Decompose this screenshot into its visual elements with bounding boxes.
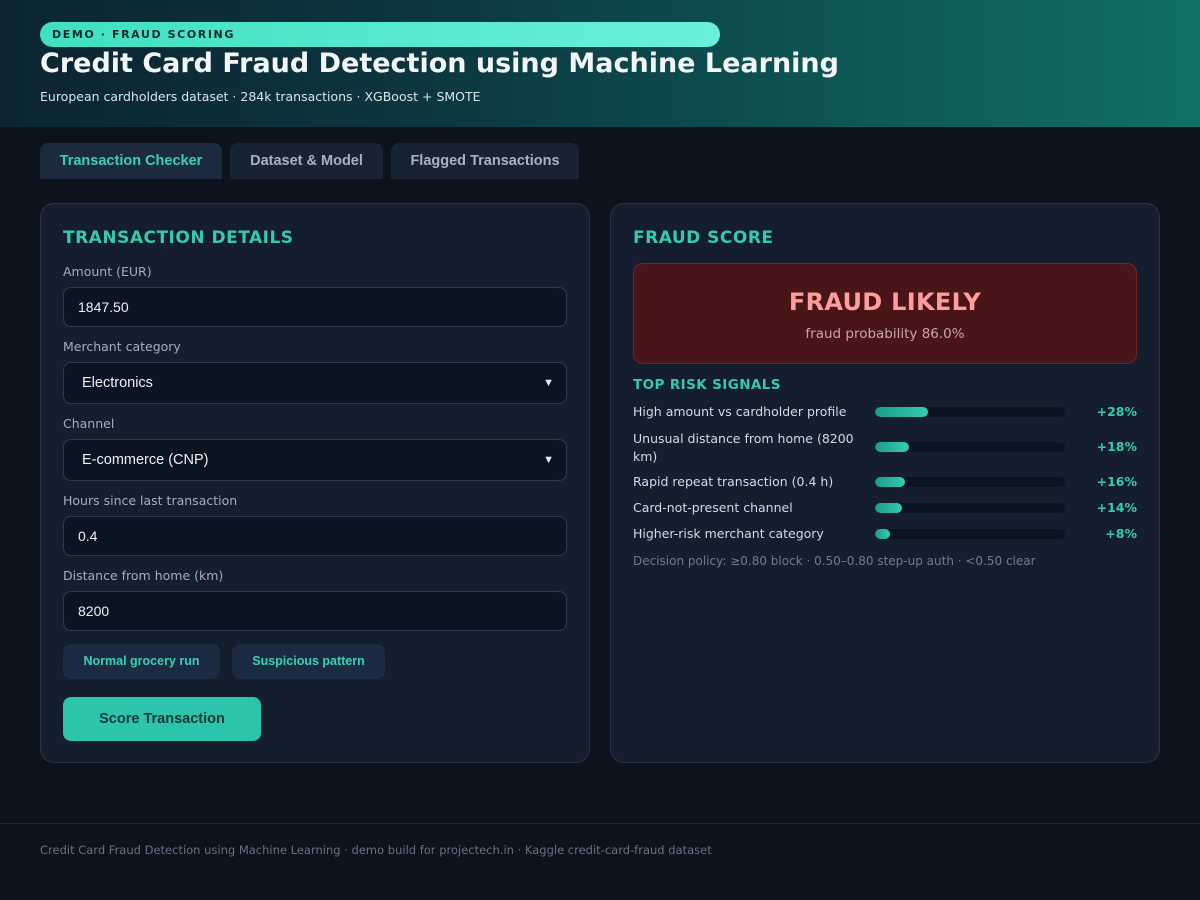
signal-bar-fill xyxy=(875,503,902,513)
amount-input[interactable]: 1847.50 xyxy=(63,287,567,327)
channel-value: E-commerce (CNP) xyxy=(82,452,209,468)
transaction-details-card: TRANSACTION DETAILS Amount (EUR) 1847.50… xyxy=(40,203,590,763)
signal-bar xyxy=(875,529,1065,539)
signal-value: +28% xyxy=(1096,404,1137,419)
fraud-score-card: FRAUD SCORE FRAUD LIKELY fraud probabili… xyxy=(610,203,1160,763)
signal-label: High amount vs cardholder profile xyxy=(633,404,847,419)
signal-value: +14% xyxy=(1096,500,1137,515)
signal-label: Card-not-present channel xyxy=(633,500,793,515)
signal-bar xyxy=(875,503,1065,513)
preset-suspicious-button[interactable]: Suspicious pattern xyxy=(232,644,385,679)
preset-normal-button[interactable]: Normal grocery run xyxy=(63,644,220,679)
page-subtitle: European cardholders dataset · 284k tran… xyxy=(40,89,481,104)
distance-from-home-label: Distance from home (km) xyxy=(63,568,224,583)
signal-label: Higher-risk merchant category xyxy=(633,526,824,541)
decision-policy-note: Decision policy: ≥0.80 block · 0.50–0.80… xyxy=(633,554,1036,568)
merchant-category-select[interactable]: Electronics ▼ xyxy=(63,362,567,404)
footer-text: Credit Card Fraud Detection using Machin… xyxy=(40,843,712,857)
amount-label: Amount (EUR) xyxy=(63,264,152,279)
signal-value: +18% xyxy=(1096,439,1137,454)
signal-bar-fill xyxy=(875,407,929,417)
signal-bar xyxy=(875,477,1065,487)
signal-bar-fill xyxy=(875,477,906,487)
fraud-score-heading: FRAUD SCORE xyxy=(633,228,774,248)
tab-transaction-checker[interactable]: Transaction Checker xyxy=(40,143,222,179)
fraud-probability: fraud probability 86.0% xyxy=(805,326,965,342)
risk-signals-heading: TOP RISK SIGNALS xyxy=(633,377,781,393)
merchant-category-label: Merchant category xyxy=(63,339,181,354)
page-header: DEMO · FRAUD SCORING Credit Card Fraud D… xyxy=(0,0,1200,127)
signal-bar xyxy=(875,442,1065,452)
transaction-details-heading: TRANSACTION DETAILS xyxy=(63,228,294,248)
signal-bar-fill xyxy=(875,529,891,539)
demo-badge: DEMO · FRAUD SCORING xyxy=(40,22,720,47)
signal-bar-fill xyxy=(875,442,910,452)
verdict-box: FRAUD LIKELY fraud probability 86.0% xyxy=(633,263,1137,364)
channel-label: Channel xyxy=(63,416,115,431)
distance-from-home-input[interactable]: 8200 xyxy=(63,591,567,631)
footer-divider xyxy=(0,823,1200,824)
signal-bar xyxy=(875,407,1065,417)
page-title: Credit Card Fraud Detection using Machin… xyxy=(40,48,839,79)
tab-flagged-transactions[interactable]: Flagged Transactions xyxy=(391,143,579,179)
signal-label: Rapid repeat transaction (0.4 h) xyxy=(633,474,834,489)
hours-since-last-label: Hours since last transaction xyxy=(63,493,238,508)
chevron-down-icon: ▼ xyxy=(543,377,554,389)
signal-label: Unusual distance from home (8200 km) xyxy=(633,431,854,464)
hours-since-last-input[interactable]: 0.4 xyxy=(63,516,567,556)
chevron-down-icon: ▼ xyxy=(543,454,554,466)
score-transaction-button[interactable]: Score Transaction xyxy=(63,697,261,741)
merchant-category-value: Electronics xyxy=(82,375,153,391)
verdict-title: FRAUD LIKELY xyxy=(788,288,982,316)
channel-select[interactable]: E-commerce (CNP) ▼ xyxy=(63,439,567,481)
signal-value: +8% xyxy=(1105,526,1137,541)
tab-dataset-model[interactable]: Dataset & Model xyxy=(230,143,383,179)
signal-value: +16% xyxy=(1096,474,1137,489)
